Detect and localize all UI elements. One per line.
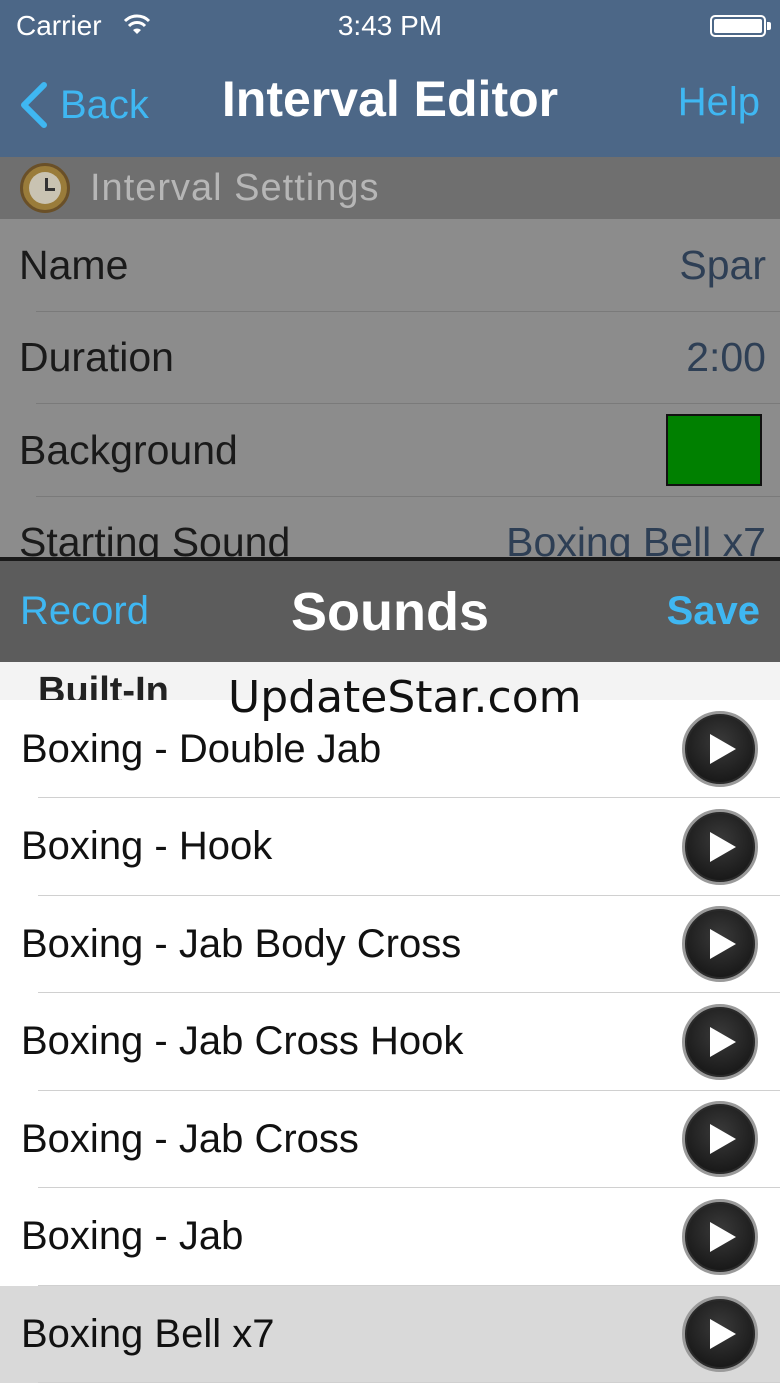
sound-list: Boxing - Double Jab Boxing - Hook Boxing… bbox=[0, 700, 780, 1383]
setting-value: Boxing Bell x7 bbox=[506, 519, 766, 557]
sounds-title: Sounds bbox=[291, 582, 489, 642]
setting-row-duration[interactable]: Duration 2:00 bbox=[0, 312, 780, 405]
section-title: Interval Settings bbox=[90, 166, 380, 209]
play-button[interactable] bbox=[682, 1198, 758, 1275]
play-button[interactable] bbox=[682, 1101, 758, 1178]
play-icon bbox=[710, 1026, 736, 1057]
navigation-bar: Carrier 3:43 PM Back Interval Editor Hel… bbox=[0, 0, 780, 157]
status-time: 3:43 PM bbox=[337, 10, 443, 41]
sound-name: Boxing - Hook bbox=[21, 824, 273, 869]
list-item[interactable]: Boxing - Hook bbox=[0, 798, 780, 896]
setting-label: Duration bbox=[19, 334, 174, 381]
play-icon bbox=[710, 1124, 736, 1155]
sound-name: Boxing - Jab Cross Hook bbox=[21, 1019, 464, 1064]
clock-icon bbox=[20, 163, 70, 213]
play-button[interactable] bbox=[682, 808, 758, 885]
play-icon bbox=[710, 831, 736, 862]
watermark-text: UpdateStar.com bbox=[228, 672, 582, 723]
play-button[interactable] bbox=[682, 906, 758, 983]
sound-name: Boxing - Double Jab bbox=[21, 726, 382, 771]
battery-icon bbox=[710, 15, 771, 37]
play-icon bbox=[710, 1319, 736, 1350]
sound-name: Boxing - Jab Cross bbox=[21, 1116, 359, 1161]
interval-settings-panel: Interval Settings Name Spar Duration 2:0… bbox=[0, 157, 780, 557]
setting-row-background[interactable]: Background bbox=[0, 404, 780, 497]
play-button[interactable] bbox=[682, 1003, 758, 1080]
setting-value: 2:00 bbox=[686, 334, 766, 381]
list-item-selected[interactable]: Boxing Bell x7 bbox=[0, 1285, 780, 1383]
list-item[interactable]: Boxing - Jab Cross bbox=[0, 1090, 780, 1188]
status-bar: Carrier 3:43 PM bbox=[0, 0, 780, 52]
sound-name: Boxing - Jab bbox=[21, 1214, 244, 1259]
setting-value: Spar bbox=[679, 241, 766, 288]
interval-settings-header: Interval Settings bbox=[0, 157, 780, 219]
setting-label: Starting Sound bbox=[19, 519, 291, 557]
sound-name: Boxing - Jab Body Cross bbox=[21, 921, 462, 966]
save-button[interactable]: Save bbox=[667, 589, 760, 634]
list-item[interactable]: Boxing - Jab bbox=[0, 1188, 780, 1286]
setting-row-starting-sound[interactable]: Starting Sound Boxing Bell x7 bbox=[0, 497, 780, 557]
sounds-toolbar: Record Sounds Save bbox=[0, 557, 780, 662]
play-button[interactable] bbox=[682, 1296, 758, 1373]
play-icon bbox=[710, 734, 736, 764]
play-button[interactable] bbox=[682, 711, 758, 787]
play-icon bbox=[710, 929, 736, 960]
setting-label: Name bbox=[19, 241, 129, 288]
help-button[interactable]: Help bbox=[678, 80, 760, 125]
sound-name: Boxing Bell x7 bbox=[21, 1311, 275, 1356]
list-item[interactable]: Boxing - Jab Cross Hook bbox=[0, 993, 780, 1091]
play-icon bbox=[710, 1221, 736, 1252]
list-item[interactable]: Boxing - Jab Body Cross bbox=[0, 895, 780, 993]
setting-row-name[interactable]: Name Spar bbox=[0, 219, 780, 312]
page-title: Interval Editor bbox=[221, 71, 559, 127]
background-color-swatch[interactable] bbox=[666, 414, 762, 487]
setting-label: Background bbox=[19, 426, 238, 473]
